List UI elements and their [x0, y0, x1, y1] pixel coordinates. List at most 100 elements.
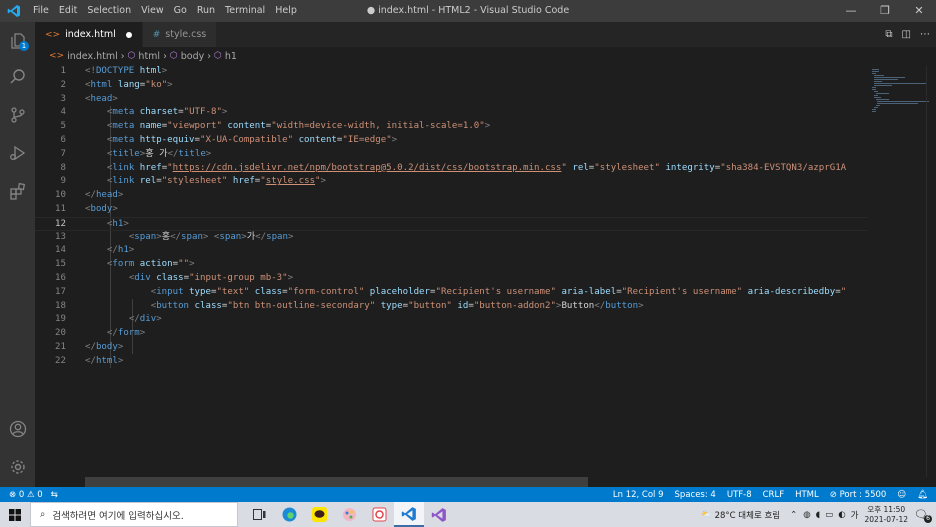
- edge-browser-icon[interactable]: [274, 502, 304, 527]
- code-line[interactable]: 5 <meta name="viewport" content="width=d…: [35, 120, 868, 134]
- code-editor[interactable]: 1 <!DOCTYPE html> 2 <html lang="ko"> 3 <head>…: [35, 65, 868, 477]
- kakaotalk-icon[interactable]: [304, 502, 334, 527]
- breadcrumb-h1[interactable]: h1: [225, 51, 237, 62]
- task-view-icon[interactable]: [244, 502, 274, 527]
- code-token: >: [112, 204, 118, 214]
- vscode-taskbar-icon[interactable]: [394, 502, 424, 527]
- menu-edit[interactable]: Edit: [54, 0, 82, 22]
- menu-terminal[interactable]: Terminal: [220, 0, 270, 22]
- code-line[interactable]: 17 <input type="text" class="form-contro…: [35, 286, 868, 300]
- end-of-line[interactable]: CRLF: [763, 490, 784, 500]
- split-editor-icon[interactable]: ◫: [902, 29, 911, 40]
- code-line[interactable]: 4 <meta charset="UTF-8">: [35, 106, 868, 120]
- live-server-port[interactable]: ⊘ Port : 5500: [830, 490, 887, 500]
- problems-indicator[interactable]: ⊗ 0 ⚠ 0: [9, 490, 43, 500]
- menu-view[interactable]: View: [136, 0, 169, 22]
- code-line[interactable]: 7 <title>홍 가</title>: [35, 148, 868, 162]
- code-token: "button": [408, 300, 452, 311]
- more-actions-icon[interactable]: ⋯: [920, 29, 930, 40]
- accounts-icon[interactable]: [5, 416, 30, 441]
- menu-file[interactable]: File: [28, 0, 54, 22]
- run-debug-icon[interactable]: [5, 140, 30, 165]
- language-mode[interactable]: HTML: [795, 490, 819, 500]
- weather-cloud-icon[interactable]: ⛅: [701, 510, 712, 520]
- code-token: form: [117, 328, 140, 339]
- close-icon[interactable]: ✕: [902, 0, 936, 22]
- menu-help[interactable]: Help: [270, 0, 302, 22]
- vscode-logo-icon: [0, 0, 28, 22]
- battery-icon[interactable]: ▭: [825, 510, 833, 520]
- line-number: 7: [60, 148, 66, 159]
- code-line[interactable]: 8 <link href="https://cdn.jsdelivr.net/n…: [35, 162, 868, 176]
- code-line[interactable]: 13 <span>홍</span> <span>가</span>: [35, 231, 868, 245]
- live-share-icon[interactable]: ⇆: [51, 490, 58, 500]
- speaker-icon[interactable]: ◐: [838, 510, 845, 520]
- indentation[interactable]: Spaces: 4: [675, 490, 716, 500]
- extensions-icon[interactable]: [5, 178, 30, 203]
- notification-center-icon[interactable]: 🗨︎ 6: [914, 508, 932, 523]
- minimap-line: [875, 93, 889, 94]
- code-text: </h1>: [85, 244, 134, 258]
- code-line[interactable]: 9 <link rel="stylesheet" href="style.css…: [35, 175, 868, 189]
- code-line[interactable]: 10 </head>: [35, 189, 868, 203]
- menu-selection[interactable]: Selection: [82, 0, 136, 22]
- code-line[interactable]: 11 <body>: [35, 203, 868, 217]
- cursor-position[interactable]: Ln 12, Col 9: [613, 490, 664, 500]
- taskbar-search-box[interactable]: ⌕ 검색하려면 여기에 입력하십시오.: [30, 502, 238, 527]
- code-token: content: [227, 121, 266, 132]
- breadcrumb-file[interactable]: index.html: [67, 51, 118, 62]
- network-icon[interactable]: ◍: [803, 510, 810, 520]
- code-line[interactable]: 1 <!DOCTYPE html>: [35, 65, 868, 79]
- error-icon: ⊗: [9, 489, 17, 500]
- refresh-app-icon[interactable]: [364, 502, 394, 527]
- code-line[interactable]: 15 <form action="">: [35, 258, 868, 272]
- code-token: "input-group mb-3": [189, 273, 288, 283]
- code-token: html: [95, 355, 118, 366]
- encoding[interactable]: UTF-8: [727, 490, 752, 500]
- explorer-icon[interactable]: 1: [5, 28, 30, 53]
- code-line[interactable]: 20 </form>: [35, 327, 868, 341]
- code-line[interactable]: 22 </html>: [35, 355, 868, 369]
- notifications-bell-icon[interactable]: 🔔︎: [917, 490, 928, 500]
- menu-go[interactable]: Go: [169, 0, 192, 22]
- manage-gear-icon[interactable]: [5, 454, 30, 479]
- vertical-scrollbar[interactable]: [926, 65, 936, 477]
- tab-index-html[interactable]: <> index.html: [35, 22, 143, 47]
- minimap-line: [873, 85, 892, 86]
- minimize-icon[interactable]: —: [834, 0, 868, 22]
- windows-start-icon[interactable]: [0, 502, 30, 527]
- menu-run[interactable]: Run: [192, 0, 220, 22]
- paint-app-icon[interactable]: [334, 502, 364, 527]
- source-control-icon[interactable]: [5, 102, 30, 127]
- code-line[interactable]: 14 </h1>: [35, 244, 868, 258]
- breadcrumb-body[interactable]: body: [181, 51, 205, 62]
- open-preview-icon[interactable]: ⧉: [885, 29, 892, 40]
- css-file-icon: #: [152, 29, 161, 40]
- code-line[interactable]: 19 </div>: [35, 313, 868, 327]
- tray-expand-icon[interactable]: ⌃: [790, 510, 797, 520]
- minimap-line: [873, 83, 926, 84]
- weather-text[interactable]: 28°C 대체로 흐림: [715, 509, 781, 521]
- code-line[interactable]: 6 <meta http-equiv="X-UA-Compatible" con…: [35, 134, 868, 148]
- restore-icon[interactable]: ❐: [868, 0, 902, 22]
- visual-studio-icon[interactable]: [424, 502, 454, 527]
- feedback-icon[interactable]: ☺: [897, 490, 906, 500]
- code-token: div: [139, 314, 157, 325]
- tab-style-css[interactable]: # style.css: [142, 22, 218, 47]
- taskbar-clock[interactable]: 오후 11:50 2021-07-12: [864, 505, 908, 525]
- code-line[interactable]: 12 <h1>: [35, 216, 868, 231]
- breadcrumb-html[interactable]: html: [138, 51, 160, 62]
- minimap-line: [877, 101, 930, 102]
- volume-icon[interactable]: ◖: [816, 510, 820, 520]
- code-token: "width=device-width, initial-scale=1.0": [271, 121, 485, 132]
- code-line[interactable]: 3 <head>: [35, 93, 868, 107]
- code-line[interactable]: 18 <button class="btn btn-outline-second…: [35, 300, 868, 314]
- ime-indicator[interactable]: 가: [851, 509, 859, 521]
- code-line[interactable]: 16 <div class="input-group mb-3">: [35, 272, 868, 286]
- unsaved-dot-icon[interactable]: [125, 31, 132, 38]
- horizontal-scrollbar[interactable]: [85, 477, 588, 487]
- search-icon[interactable]: [5, 64, 30, 89]
- code-line[interactable]: 2 <html lang="ko">: [35, 79, 868, 93]
- code-line[interactable]: 21 </body>: [35, 341, 868, 355]
